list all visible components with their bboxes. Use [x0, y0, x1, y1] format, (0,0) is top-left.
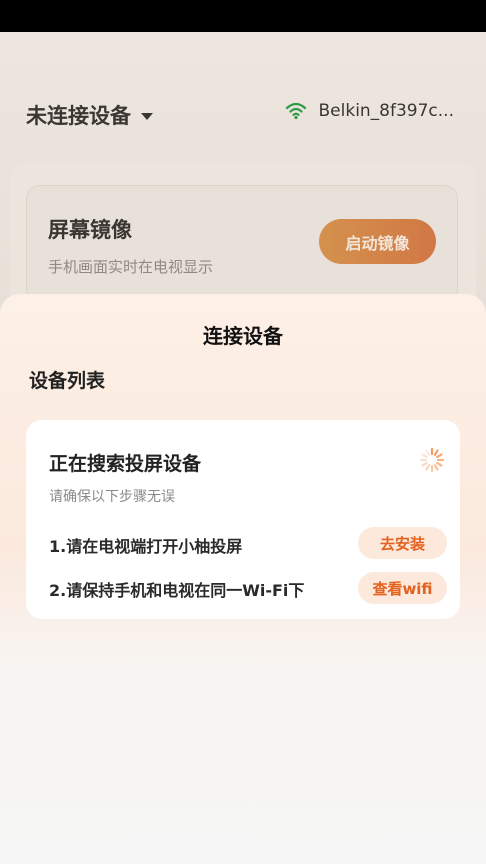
- mirror-title: 屏幕镜像: [48, 218, 132, 242]
- wifi-icon: [285, 102, 306, 120]
- loading-spinner-icon: [419, 447, 445, 473]
- status-bar: [0, 0, 486, 32]
- device-selector-label: 未连接设备: [26, 104, 131, 128]
- wifi-name: Belkin_8f397c...: [318, 101, 455, 121]
- caret-down-icon: [141, 112, 153, 120]
- wifi-status[interactable]: Belkin_8f397c...: [285, 101, 455, 121]
- step-install-app: 1.请在电视端打开小柚投屏: [49, 537, 243, 556]
- device-list-heading: 设备列表: [29, 370, 106, 392]
- device-selector[interactable]: 未连接设备: [26, 100, 153, 130]
- searching-subtitle: 请确保以下步骤无误: [49, 489, 175, 505]
- install-button[interactable]: 去安装: [358, 527, 447, 559]
- view-wifi-button[interactable]: 查看wifi: [358, 572, 447, 604]
- searching-title: 正在搜索投屏设备: [49, 453, 202, 475]
- mirror-subtitle: 手机画面实时在电视显示: [48, 258, 214, 276]
- step-same-wifi: 2.请保持手机和电视在同一Wi-Fi下: [49, 581, 305, 600]
- start-mirror-button[interactable]: 启动镜像: [319, 219, 436, 264]
- sheet-title: 连接设备: [203, 324, 283, 348]
